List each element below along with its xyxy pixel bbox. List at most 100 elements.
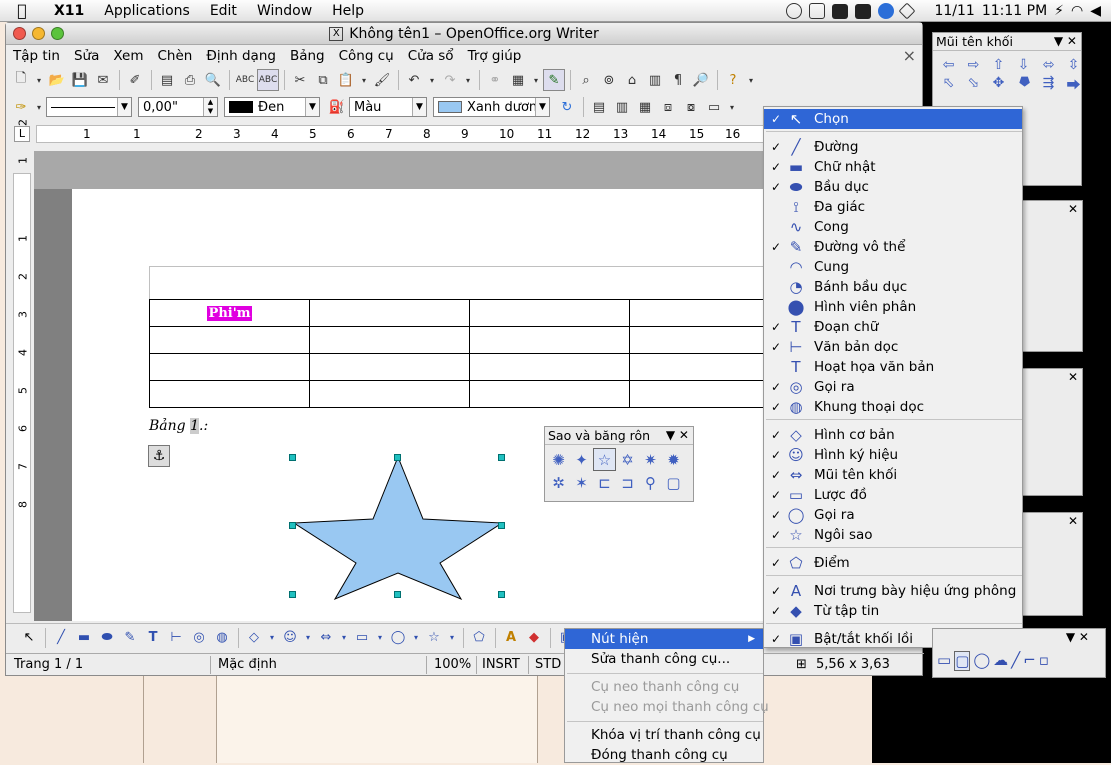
arrow-up-down-icon[interactable]: ⇳: [1062, 57, 1085, 73]
clock-date[interactable]: 11/11: [934, 3, 974, 19]
page-preview-icon[interactable]: 🔍: [202, 69, 224, 91]
minimize-window-button[interactable]: [32, 27, 45, 40]
arrow-bent-icon[interactable]: ⮕: [1062, 75, 1085, 95]
table-cell[interactable]: [469, 299, 630, 327]
star-polygon[interactable]: [292, 455, 504, 601]
table-cell[interactable]: [469, 353, 630, 381]
anchor-icon[interactable]: ⚓: [148, 445, 170, 467]
clock-time[interactable]: 11:11 PM: [982, 3, 1047, 19]
dropdown-icon[interactable]: ▾: [410, 627, 422, 649]
selection-handle[interactable]: [498, 522, 505, 529]
callout-tool-icon[interactable]: ◎: [188, 627, 210, 649]
redo-dropdown-icon[interactable]: ▾: [462, 69, 474, 91]
arrow-corner-icon[interactable]: ⬁: [937, 75, 960, 95]
selection-handle[interactable]: [498, 591, 505, 598]
spin-arrows-icon[interactable]: ▲ ▼: [203, 98, 217, 116]
print-icon[interactable]: ⎙: [179, 69, 201, 91]
submenu-item-arc[interactable]: ◠ Cung: [764, 257, 1022, 277]
table-icon[interactable]: ▦: [507, 69, 529, 91]
status-diamond-icon[interactable]: [898, 2, 916, 20]
nonprinting-chars-icon[interactable]: ¶: [667, 69, 689, 91]
menu-view[interactable]: Xem: [106, 48, 150, 64]
star-4-icon[interactable]: ✦: [570, 448, 593, 471]
table-cell-text[interactable]: Phi'm: [206, 305, 253, 321]
palette-controls[interactable]: ▼ ✕: [1054, 34, 1077, 48]
submenu-item-vertical-callouts[interactable]: ✓ ◍ Khung thoại dọc: [764, 397, 1022, 417]
line-width-field[interactable]: 0,00" ▲ ▼: [138, 97, 218, 117]
line-style-select[interactable]: ▼: [46, 97, 132, 117]
callout-round-rect-icon[interactable]: ▢: [954, 651, 971, 671]
submenu-item-callouts[interactable]: ✓ ◎ Gọi ra: [764, 377, 1022, 397]
selection-handle[interactable]: [289, 591, 296, 598]
copy-icon[interactable]: ⧉: [312, 69, 334, 91]
paste-dropdown-icon[interactable]: ▾: [358, 69, 370, 91]
wrap-off-icon[interactable]: ▤: [588, 96, 610, 118]
dropdown-icon[interactable]: ▾: [446, 627, 458, 649]
star-12-icon[interactable]: ✹: [662, 448, 685, 471]
table-cell[interactable]: [309, 326, 470, 354]
vertical-ruler[interactable]: 2 1 1 2 3 4 5 6 7 8: [13, 119, 31, 613]
arrow-chevron-icon[interactable]: ⯂: [1012, 75, 1035, 95]
star-24-icon[interactable]: ✲: [547, 471, 570, 494]
table-dropdown-icon[interactable]: ▾: [530, 69, 542, 91]
arrow-split-icon[interactable]: ⬂: [962, 75, 985, 95]
submenu-item-line[interactable]: ✓ ╱ Đường: [764, 137, 1022, 157]
line-tool-icon[interactable]: ╱: [50, 627, 72, 649]
callout-oval-icon[interactable]: ◯: [973, 651, 990, 671]
page-indicator[interactable]: Trang 1 / 1: [14, 657, 83, 672]
volume-icon[interactable]: ◀: [1090, 3, 1101, 19]
palette-controls[interactable]: ▼ ✕: [666, 428, 689, 442]
block-arrows-icon[interactable]: ⇔: [315, 627, 337, 649]
arrow-left-icon[interactable]: ⇦: [937, 57, 960, 73]
symbol-shapes-icon[interactable]: ☺: [279, 627, 301, 649]
status-plus-icon[interactable]: [855, 3, 872, 19]
submenu-item-circle-segment[interactable]: ⬤ Hình viên phân: [764, 297, 1022, 317]
palette-close-icon[interactable]: ✕: [1068, 514, 1078, 528]
callout-line-icon[interactable]: ╱: [1011, 651, 1020, 671]
table-cell[interactable]: [309, 353, 470, 381]
signet-icon[interactable]: ⚲: [639, 471, 662, 494]
area-color-select[interactable]: Xanh dương ▼: [433, 97, 550, 117]
gallery-icon[interactable]: ⌂: [621, 69, 643, 91]
submenu-item-polygon[interactable]: ⟟ Đa giác: [764, 197, 1022, 217]
dropdown-icon[interactable]: ▾: [302, 627, 314, 649]
table-cell[interactable]: [629, 299, 766, 327]
autospellcheck-icon[interactable]: ABC: [257, 69, 279, 91]
submenu-item-flowchart[interactable]: ✓ ▭ Lược đồ: [764, 485, 1022, 505]
submenu-item-select[interactable]: ✓ ↖ Chọn: [764, 109, 1022, 129]
table-cell[interactable]: [309, 299, 470, 327]
menu-item-lock-toolbar[interactable]: Khóa vị trí thanh công cụ: [565, 725, 763, 745]
show-draw-functions-icon[interactable]: ✎: [543, 69, 565, 91]
navigator-icon[interactable]: ⊚: [598, 69, 620, 91]
save-icon[interactable]: 💾: [69, 69, 91, 91]
menu-window[interactable]: Cửa sổ: [401, 48, 461, 64]
table-cell[interactable]: [469, 326, 630, 354]
close-window-button[interactable]: [13, 27, 26, 40]
submenu-item-from-file[interactable]: ✓ ◆ Từ tập tin: [764, 601, 1022, 621]
submenu-item-rectangle[interactable]: ✓ ▬ Chữ nhật: [764, 157, 1022, 177]
toolbar-options-icon[interactable]: ▾: [726, 96, 738, 118]
star-6-icon[interactable]: ✡: [616, 448, 639, 471]
palette-close-icon[interactable]: ✕: [1068, 202, 1078, 216]
menu-item-customize-toolbar[interactable]: Sửa thanh công cụ...: [565, 649, 763, 669]
explosion-icon[interactable]: ✺: [547, 448, 570, 471]
spellcheck-icon[interactable]: ABC: [234, 69, 256, 91]
hyperlink-icon[interactable]: ⚭: [484, 69, 506, 91]
window-titlebar[interactable]: X Không tên1 – OpenOffice.org Writer: [6, 23, 922, 45]
submenu-item-block-arrows[interactable]: ✓ ⇔ Mũi tên khối: [764, 465, 1022, 485]
undo-dropdown-icon[interactable]: ▾: [426, 69, 438, 91]
table-cell[interactable]: Phi'm: [149, 299, 310, 327]
data-sources-icon[interactable]: ▥: [644, 69, 666, 91]
seal-icon[interactable]: ✶: [570, 471, 593, 494]
menu-tools[interactable]: Công cụ: [332, 48, 401, 64]
select-arrow-icon[interactable]: ↖: [18, 627, 40, 649]
selection-handle[interactable]: [289, 522, 296, 529]
menu-edit[interactable]: Sửa: [67, 48, 106, 64]
callout-line-3-icon[interactable]: ▫: [1039, 651, 1049, 671]
from-file-icon[interactable]: ◆: [523, 627, 545, 649]
dropdown-icon[interactable]: ▾: [374, 627, 386, 649]
selection-handle[interactable]: [394, 591, 401, 598]
arrow-up-icon[interactable]: ⇧: [987, 57, 1010, 73]
scroll-horizontal-icon[interactable]: ⊐: [616, 471, 639, 494]
mac-menu-applications[interactable]: Applications: [94, 3, 200, 19]
